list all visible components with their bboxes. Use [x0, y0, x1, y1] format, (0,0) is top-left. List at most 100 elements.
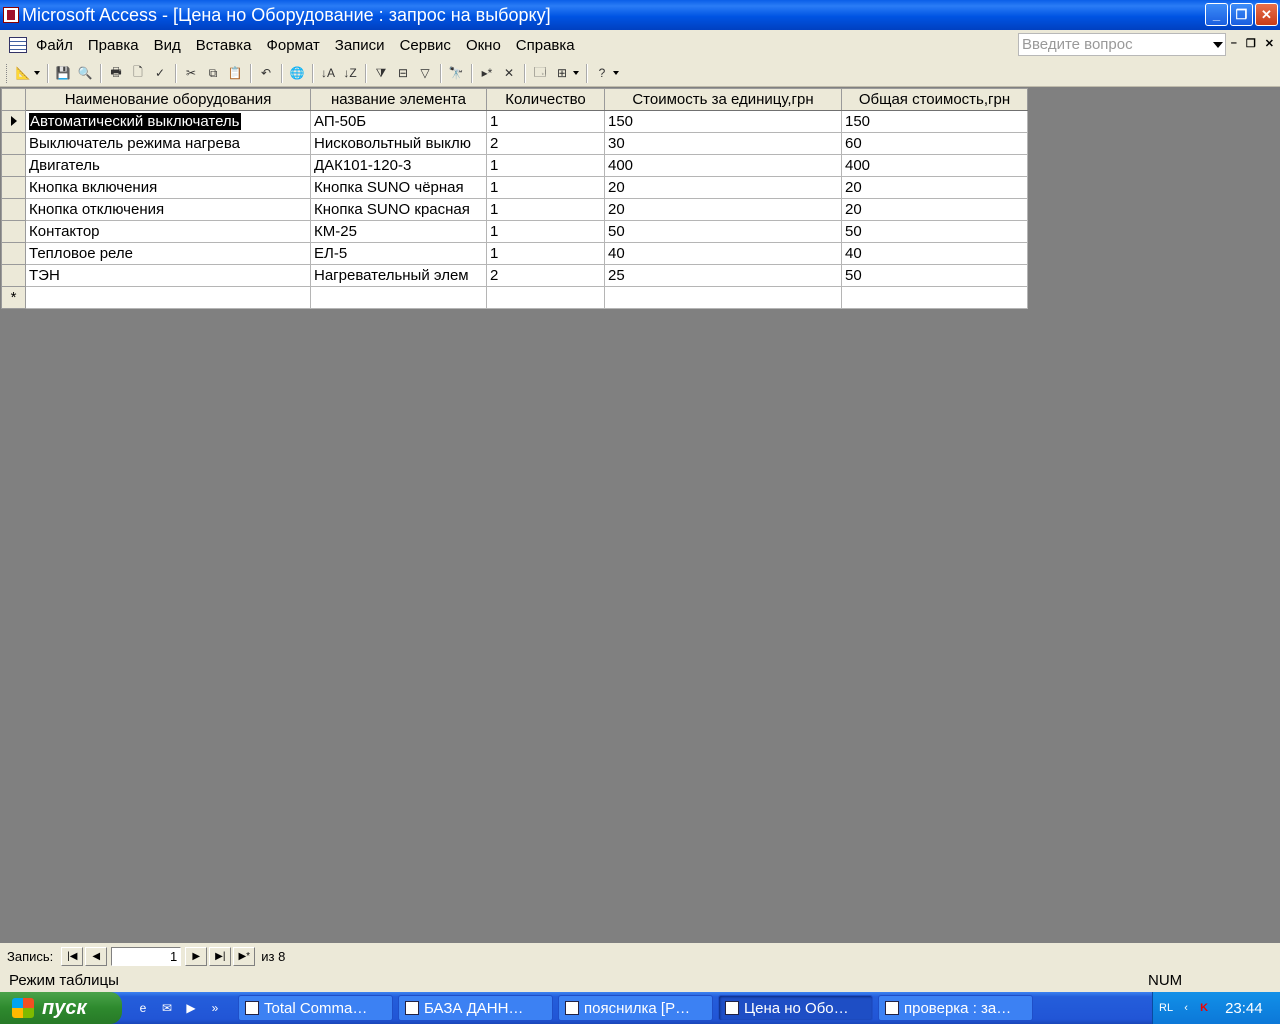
table-cell[interactable]: 1: [486, 110, 605, 133]
table-cell[interactable]: [310, 286, 487, 309]
quick-launch-more-icon[interactable]: »: [206, 999, 224, 1017]
table-cell[interactable]: Кнопка SUNO красная: [310, 198, 487, 221]
menu-file[interactable]: Файл: [36, 37, 73, 54]
table-cell[interactable]: 400: [604, 154, 842, 177]
record-selector[interactable]: [1, 176, 26, 199]
new-record-row[interactable]: *: [1, 286, 1028, 309]
access-app-icon[interactable]: [3, 7, 19, 23]
sort-descending-icon[interactable]: ↓Z: [341, 64, 359, 82]
table-cell[interactable]: [25, 286, 311, 309]
close-button[interactable]: ✕: [1255, 3, 1278, 26]
table-cell[interactable]: [841, 286, 1028, 309]
table-cell[interactable]: 1: [486, 176, 605, 199]
taskbar-button[interactable]: пояснилка [Р…: [558, 995, 713, 1021]
next-record-button[interactable]: ▶: [185, 946, 208, 966]
menu-help[interactable]: Справка: [516, 37, 575, 54]
table-cell[interactable]: 40: [604, 242, 842, 265]
toolbar-options-icon[interactable]: [613, 71, 619, 75]
table-row[interactable]: ТЭН Нагревательный элем 2 25 50: [1, 264, 1028, 287]
database-window-icon[interactable]: 🗔: [531, 64, 549, 82]
clock[interactable]: 23:44: [1225, 1000, 1263, 1017]
language-indicator[interactable]: RL: [1159, 1002, 1173, 1014]
record-selector[interactable]: [1, 132, 26, 155]
restore-button[interactable]: ❐: [1230, 3, 1253, 26]
table-cell[interactable]: 20: [604, 198, 842, 221]
sort-ascending-icon[interactable]: ↓A: [319, 64, 337, 82]
taskbar-button-active[interactable]: Цена но Обо…: [718, 995, 873, 1021]
table-cell[interactable]: Кнопка включения: [25, 176, 311, 199]
delete-record-icon[interactable]: ✕: [500, 64, 518, 82]
table-cell[interactable]: 50: [604, 220, 842, 243]
table-cell[interactable]: Двигатель: [25, 154, 311, 177]
table-cell[interactable]: АП-50Б: [310, 110, 487, 133]
table-cell[interactable]: Контактор: [25, 220, 311, 243]
cut-icon[interactable]: ✂: [182, 64, 200, 82]
table-row[interactable]: Двигатель ДАК101-120-3 1 400 400: [1, 154, 1028, 177]
filter-by-selection-icon[interactable]: ⧩: [372, 64, 390, 82]
media-player-icon[interactable]: ▶: [182, 999, 200, 1017]
table-cell[interactable]: 20: [604, 176, 842, 199]
menu-tools[interactable]: Сервис: [400, 37, 451, 54]
column-header[interactable]: название элемента: [310, 88, 487, 111]
doc-close-button[interactable]: ✕: [1265, 37, 1274, 50]
table-cell[interactable]: [604, 286, 842, 309]
table-cell[interactable]: 40: [841, 242, 1028, 265]
previous-record-button[interactable]: ◀: [85, 946, 108, 966]
menu-window[interactable]: Окно: [466, 37, 501, 54]
minimize-button[interactable]: _: [1205, 3, 1228, 26]
apply-filter-icon[interactable]: ▽: [416, 64, 434, 82]
save-icon[interactable]: 💾: [54, 64, 72, 82]
antivirus-icon[interactable]: K: [1197, 1001, 1211, 1015]
find-icon[interactable]: 🔭: [447, 64, 465, 82]
table-cell[interactable]: 20: [841, 176, 1028, 199]
outlook-icon[interactable]: ✉: [158, 999, 176, 1017]
table-cell[interactable]: Выключатель режима нагрева: [25, 132, 311, 155]
table-row[interactable]: Автоматический выключатель АП-50Б 1 150 …: [1, 110, 1028, 133]
undo-icon[interactable]: ↶: [257, 64, 275, 82]
copy-icon[interactable]: ⧉: [204, 64, 222, 82]
table-row[interactable]: Кнопка включения Кнопка SUNO чёрная 1 20…: [1, 176, 1028, 199]
table-row[interactable]: Кнопка отключения Кнопка SUNO красная 1 …: [1, 198, 1028, 221]
table-cell[interactable]: 1: [486, 220, 605, 243]
taskbar-button[interactable]: проверка : за…: [878, 995, 1033, 1021]
table-cell[interactable]: Нисковольтный выклю: [310, 132, 487, 155]
hyperlink-icon[interactable]: 🌐: [288, 64, 306, 82]
doc-restore-button[interactable]: ❐: [1246, 37, 1256, 50]
table-cell[interactable]: 150: [604, 110, 842, 133]
table-cell[interactable]: 400: [841, 154, 1028, 177]
record-selector[interactable]: [1, 154, 26, 177]
view-icon[interactable]: 📐: [14, 64, 32, 82]
table-cell[interactable]: КМ-25: [310, 220, 487, 243]
table-cell[interactable]: Кнопка отключения: [25, 198, 311, 221]
select-all-corner[interactable]: [1, 88, 26, 111]
menu-records[interactable]: Записи: [335, 37, 385, 54]
column-header[interactable]: Общая стоимость,грн: [841, 88, 1028, 111]
table-row[interactable]: Выключатель режима нагрева Нисковольтный…: [1, 132, 1028, 155]
record-selector[interactable]: [1, 264, 26, 287]
table-cell[interactable]: 1: [486, 154, 605, 177]
menu-edit[interactable]: Правка: [88, 37, 139, 54]
filter-by-form-icon[interactable]: ⊟: [394, 64, 412, 82]
column-header[interactable]: Количество: [486, 88, 605, 111]
ask-question-dropdown-icon[interactable]: [1213, 42, 1223, 48]
table-cell[interactable]: ЕЛ-5: [310, 242, 487, 265]
internet-explorer-icon[interactable]: e: [134, 999, 152, 1017]
help-icon[interactable]: ?: [593, 64, 611, 82]
last-record-button[interactable]: ▶|: [209, 946, 232, 966]
table-cell[interactable]: 1: [486, 242, 605, 265]
new-record-button[interactable]: ▶*: [233, 946, 256, 966]
new-record-marker[interactable]: *: [1, 286, 26, 309]
table-cell[interactable]: Нагревательный элем: [310, 264, 487, 287]
record-number-input[interactable]: [111, 946, 182, 966]
menu-view[interactable]: Вид: [154, 37, 181, 54]
table-cell[interactable]: [486, 286, 605, 309]
table-cell[interactable]: 150: [841, 110, 1028, 133]
record-selector[interactable]: [1, 198, 26, 221]
start-button[interactable]: пуск: [0, 992, 122, 1024]
table-row[interactable]: Тепловое реле ЕЛ-5 1 40 40: [1, 242, 1028, 265]
table-cell[interactable]: Автоматический выключатель: [25, 110, 311, 133]
column-header[interactable]: Наименование оборудования: [25, 88, 311, 111]
doc-minimize-button[interactable]: –: [1231, 37, 1237, 50]
record-selector[interactable]: [1, 220, 26, 243]
toolbar-grip[interactable]: [6, 63, 9, 83]
